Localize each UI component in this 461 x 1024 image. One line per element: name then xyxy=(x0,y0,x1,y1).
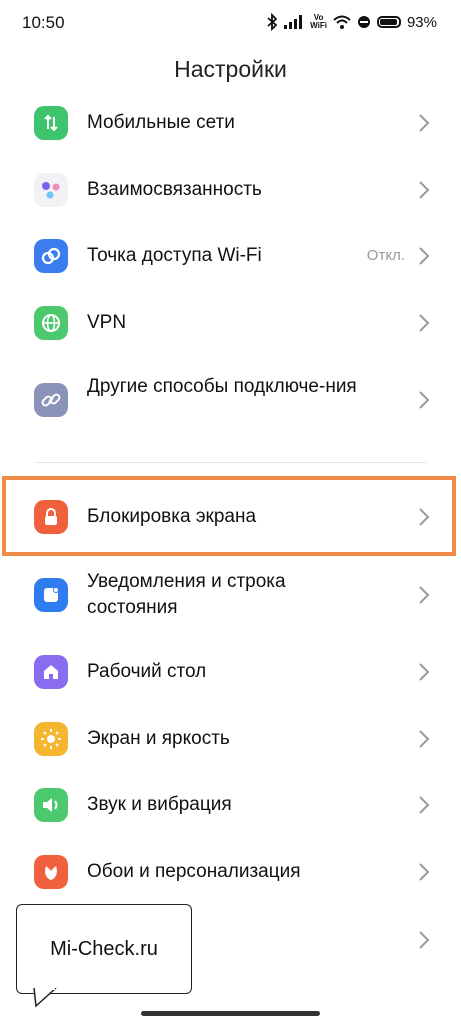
settings-item-notifications[interactable]: Уведомления и строка состояния xyxy=(0,558,461,632)
watermark-bubble-tail xyxy=(33,988,57,1008)
chevron-right-icon xyxy=(419,391,430,409)
wifi-icon xyxy=(333,15,351,29)
highlight-frame xyxy=(2,476,456,556)
settings-item-label: Взаимосвязанность xyxy=(87,179,262,200)
dnd-icon xyxy=(357,16,370,28)
settings-item-label: Точка доступа Wi-Fi xyxy=(87,245,262,266)
chevron-right-icon xyxy=(419,796,430,814)
status-icons: Vo WiFi 93% xyxy=(266,11,437,33)
chevron-right-icon xyxy=(419,247,430,265)
chevron-right-icon xyxy=(419,863,430,881)
link-icon xyxy=(34,383,68,417)
settings-item-other-connections[interactable]: Другие способы подключе-ния xyxy=(0,363,461,437)
home-icon xyxy=(34,655,68,689)
signal-icon xyxy=(284,15,303,29)
settings-item-label: Звук и вибрация xyxy=(87,794,232,815)
section-divider xyxy=(34,462,427,463)
settings-item-label: Мобильные сети xyxy=(87,112,235,133)
battery-icon xyxy=(376,16,401,28)
settings-item-mobile-networks[interactable]: Мобильные сети xyxy=(0,93,461,153)
bluetooth-icon xyxy=(267,13,278,31)
settings-item-label: Уведомления и строка состояния xyxy=(87,571,286,618)
settings-item-label: Другие способы подключе-ния xyxy=(87,376,357,397)
vowifi-icon: Vo WiFi xyxy=(310,13,327,30)
chevron-right-icon xyxy=(419,181,430,199)
settings-item-label: Рабочий стол xyxy=(87,661,207,682)
settings-item-label: VPN xyxy=(87,312,127,333)
page-title: Настройки xyxy=(174,56,287,82)
status-time: 10:50 xyxy=(22,13,65,32)
status-bar: 10:50 Vo WiFi 93% xyxy=(0,0,461,46)
home-indicator[interactable] xyxy=(141,1011,320,1016)
settings-item-interconnectivity[interactable]: Взаимосвязанность xyxy=(0,160,461,220)
hotspot-status: Откл. xyxy=(366,247,405,264)
chevron-right-icon xyxy=(419,314,430,332)
settings-item-desktop[interactable]: Рабочий стол xyxy=(0,642,461,702)
brightness-icon xyxy=(34,722,68,756)
watermark-text: Mi-Check.ru xyxy=(50,938,158,960)
vpn-globe-icon xyxy=(34,306,68,340)
watermark-bubble: Mi-Check.ru xyxy=(16,904,192,994)
notifications-icon xyxy=(34,578,68,612)
chevron-right-icon[interactable] xyxy=(417,929,431,951)
speaker-icon xyxy=(34,788,68,822)
settings-item-label: Экран и яркость xyxy=(87,728,230,749)
chevron-right-icon xyxy=(419,114,430,132)
chevron-right-icon xyxy=(419,586,430,604)
battery-percent: 93% xyxy=(406,13,437,31)
interconnectivity-icon xyxy=(34,173,68,207)
settings-item-wallpaper[interactable]: Обои и персонализация xyxy=(0,842,461,902)
settings-item-vpn[interactable]: VPN xyxy=(0,293,461,353)
mobile-data-icon xyxy=(34,106,68,140)
settings-item-sound[interactable]: Звук и вибрация xyxy=(0,775,461,835)
wallpaper-icon xyxy=(34,855,68,889)
settings-item-label: Обои и персонализация xyxy=(87,861,301,882)
chevron-right-icon xyxy=(419,730,430,748)
chevron-right-icon xyxy=(419,663,430,681)
settings-item-display[interactable]: Экран и яркость xyxy=(0,709,461,769)
hotspot-icon xyxy=(34,239,68,273)
settings-item-hotspot[interactable]: Точка доступа Wi-Fi Откл. xyxy=(0,226,461,286)
